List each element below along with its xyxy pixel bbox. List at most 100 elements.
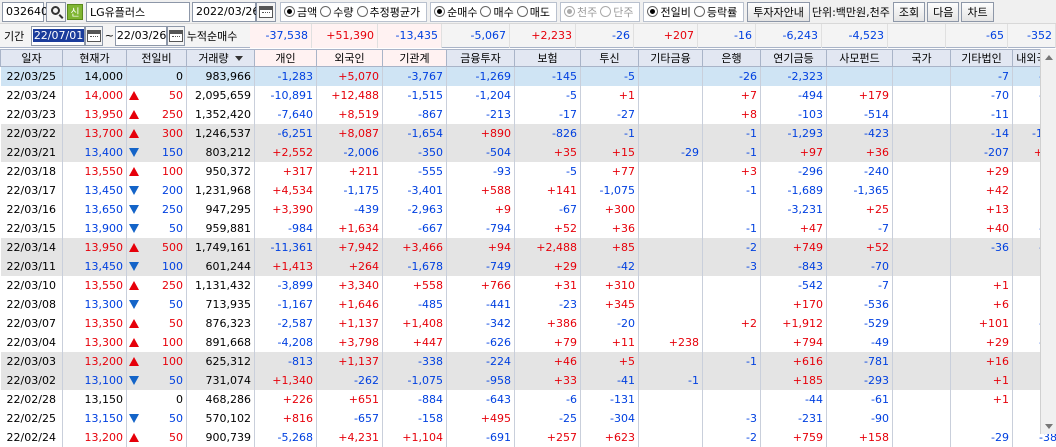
table-row[interactable]: 22/03/0713,35050876,323-2,587+1,137+1,40… xyxy=(1,314,1056,333)
change-wrap: 300 xyxy=(127,127,183,140)
table-row[interactable]: 22/03/2414,000502,095,659-10,891+12,488-… xyxy=(1,86,1056,105)
stock-code-input[interactable]: 032640 xyxy=(2,2,44,22)
investor-value-cell xyxy=(639,162,703,181)
radio-unit-0[interactable]: 금액 xyxy=(284,4,317,20)
investor-value-cell: +1,340 xyxy=(255,371,317,390)
investor-value-cell: +42 xyxy=(951,181,1013,200)
table-row[interactable]: 22/03/2514,0000983,966-1,283+5,070-3,767… xyxy=(1,67,1056,86)
table-row[interactable]: 22/02/2513,15050570,102+816-657-158+495-… xyxy=(1,409,1056,428)
investor-value-cell: -29 xyxy=(951,428,1013,447)
radio-type-2[interactable]: 매도 xyxy=(517,4,550,20)
stock-search-button[interactable] xyxy=(46,2,66,22)
radio-label: 천주 xyxy=(577,4,597,20)
investor-guide-button[interactable]: 투자자안내 xyxy=(747,2,810,22)
investor-value-cell: +97 xyxy=(761,143,827,162)
table-row[interactable]: 22/03/0813,30050713,935-1,167+1,646-485-… xyxy=(1,295,1056,314)
sort-down-icon[interactable] xyxy=(235,56,243,61)
investor-value-cell xyxy=(639,238,703,257)
investor-value-cell: -1 xyxy=(703,352,761,371)
investor-value-cell: +386 xyxy=(515,314,581,333)
investor-value-cell: +759 xyxy=(761,428,827,447)
vertical-scrollbar[interactable] xyxy=(1040,49,1056,434)
stock-unit-radio-group: 천주단주 xyxy=(560,2,641,22)
change-cell: 250 xyxy=(127,276,187,295)
table-row[interactable]: 22/03/2113,400150803,212+2,552-2,006-350… xyxy=(1,143,1056,162)
period-from-calendar-button[interactable] xyxy=(85,26,103,46)
stock-code-value: 032640 xyxy=(6,5,48,18)
investor-value-cell: +8,519 xyxy=(317,105,383,124)
investor-value-cell xyxy=(639,86,703,105)
investor-value-cell: -41 xyxy=(581,371,639,390)
change-cell: 200 xyxy=(127,181,187,200)
investor-value-cell xyxy=(703,200,761,219)
investor-value-cell: +616 xyxy=(761,352,827,371)
investor-value-cell xyxy=(703,333,761,352)
radio-cmp-0[interactable]: 전일비 xyxy=(647,4,690,20)
radio-stock-1[interactable]: 단주 xyxy=(600,4,633,20)
date-calendar-button[interactable] xyxy=(256,2,276,22)
chart-label: 차트 xyxy=(967,4,987,20)
table-row[interactable]: 22/03/0313,200100625,312-813+1,137-338-2… xyxy=(1,352,1056,371)
investor-value-cell: +77 xyxy=(581,162,639,181)
investor-value-cell: -70 xyxy=(827,257,893,276)
table-row[interactable]: 22/03/1813,550100950,372+317+211-555-93-… xyxy=(1,162,1056,181)
period-from-input[interactable]: 22/07/01 xyxy=(31,26,85,46)
table-row[interactable]: 22/03/1113,450100601,244+1,413+264-1,678… xyxy=(1,257,1056,276)
investor-value-cell: -23 xyxy=(515,295,581,314)
volume-cell: 803,212 xyxy=(187,143,255,162)
investor-value-cell: -1,283 xyxy=(255,67,317,86)
volume-cell: 876,323 xyxy=(187,314,255,333)
radio-type-0[interactable]: 순매수 xyxy=(434,4,477,20)
table-row[interactable]: 22/03/1013,5502501,131,432-3,899+3,340+5… xyxy=(1,276,1056,295)
compare-radio-group: 전일비등락률 xyxy=(643,2,744,22)
change-cell: 0 xyxy=(127,390,187,409)
scroll-up-button[interactable] xyxy=(1041,49,1056,65)
investor-value-cell: -667 xyxy=(383,219,447,238)
investor-value-cell: -44 xyxy=(761,390,827,409)
table-row[interactable]: 22/03/1613,650250947,295+3,390-439-2,963… xyxy=(1,200,1056,219)
investor-value-cell xyxy=(893,86,951,105)
volume-cell: 1,352,420 xyxy=(187,105,255,124)
table-row[interactable]: 22/03/0413,300100891,668-4,208+3,798+447… xyxy=(1,333,1056,352)
period-to-input[interactable]: 22/03/26 xyxy=(115,26,167,46)
date-input[interactable]: 2022/03/26 xyxy=(192,2,256,22)
search-button[interactable]: 조회 xyxy=(893,2,925,22)
investor-value-cell xyxy=(639,295,703,314)
investor-value-cell: +94 xyxy=(447,238,515,257)
table-row[interactable]: 22/02/2413,20050900,739-5,268+4,231+1,10… xyxy=(1,428,1056,447)
price-cell: 13,450 xyxy=(63,181,127,200)
investor-value-cell: +6 xyxy=(951,295,1013,314)
investor-value-cell: +1,634 xyxy=(317,219,383,238)
stock-name-field[interactable]: LG유플러스 xyxy=(86,2,190,22)
chart-button[interactable]: 차트 xyxy=(961,2,993,22)
table-row[interactable]: 22/03/1413,9505001,749,161-11,361+7,942+… xyxy=(1,238,1056,257)
radio-unit-1[interactable]: 수량 xyxy=(320,4,353,20)
period-to-calendar-button[interactable] xyxy=(167,26,185,46)
table-row[interactable]: 22/02/2813,1500468,286+226+651-884-643-6… xyxy=(1,390,1056,409)
column-header[interactable]: 거래량 xyxy=(187,50,255,67)
investor-value-cell: +25 xyxy=(827,200,893,219)
table-row[interactable]: 22/03/0213,10050731,074+1,340-262-1,075-… xyxy=(1,371,1056,390)
investor-value-cell: +15 xyxy=(581,143,639,162)
investor-value-cell: -1,654 xyxy=(383,124,447,143)
investor-value-cell: +101 xyxy=(951,314,1013,333)
table-row[interactable]: 22/03/2313,9502501,352,420-7,640+8,519-8… xyxy=(1,105,1056,124)
price-cell: 13,300 xyxy=(63,333,127,352)
radio-type-1[interactable]: 매수 xyxy=(480,4,513,20)
radio-stock-0[interactable]: 천주 xyxy=(564,4,597,20)
radio-cmp-1[interactable]: 등락률 xyxy=(694,4,737,20)
price-cell: 13,300 xyxy=(63,295,127,314)
scroll-down-button[interactable] xyxy=(1041,418,1056,434)
table-body: 22/03/2514,0000983,966-1,283+5,070-3,767… xyxy=(1,67,1056,447)
table-row[interactable]: 22/03/1713,4502001,231,968+4,534-1,175-3… xyxy=(1,181,1056,200)
investor-value-cell: +651 xyxy=(317,390,383,409)
table-row[interactable]: 22/03/2213,7003001,246,537-6,251+8,087-1… xyxy=(1,124,1056,143)
table-row[interactable]: 22/03/1513,90050959,881-984+1,634-667-79… xyxy=(1,219,1056,238)
investor-value-cell: +4,231 xyxy=(317,428,383,447)
investor-value-cell: -26 xyxy=(703,67,761,86)
next-button[interactable]: 다음 xyxy=(927,2,959,22)
arrow-up-icon xyxy=(129,319,139,328)
arrow-up-icon xyxy=(129,91,139,100)
investor-value-cell xyxy=(703,276,761,295)
radio-unit-2[interactable]: 추정평균가 xyxy=(357,4,421,20)
